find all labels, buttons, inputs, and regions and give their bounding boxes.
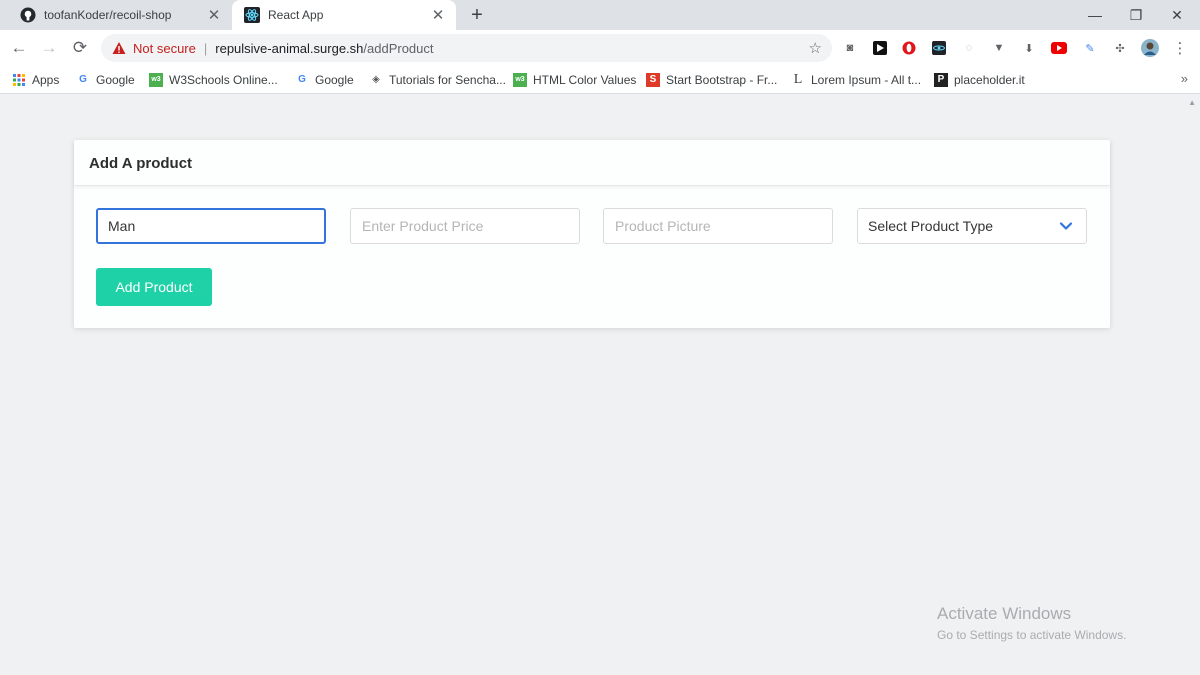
bookmark-start-bootstrap[interactable]: S Start Bootstrap - Fr...	[646, 66, 777, 93]
bookmark-apps[interactable]: Apps	[12, 66, 59, 93]
chevron-down-icon	[1059, 222, 1073, 230]
close-window-icon[interactable]: ✕	[1157, 0, 1197, 30]
bookmark-sencha[interactable]: ◈ Tutorials for Sencha...	[369, 66, 506, 93]
sencha-icon: ◈	[372, 74, 380, 85]
page-viewport: ▲ Add A product Select Product Type Add …	[0, 94, 1200, 675]
github-icon	[20, 7, 36, 23]
camera-extension-icon[interactable]: ◙	[841, 39, 859, 57]
product-name-input[interactable]	[96, 208, 326, 244]
bookmark-label: Apps	[32, 72, 60, 87]
activate-windows-watermark: Activate Windows Go to Settings to activ…	[937, 604, 1126, 642]
w3schools-icon: w3	[149, 72, 163, 87]
browser-toolbar: ← → ⟳ Not secure | repulsive-animal.surg…	[0, 30, 1200, 66]
url-path: /addProduct	[363, 40, 434, 56]
add-product-card: Add A product Select Product Type Add Pr…	[74, 140, 1110, 328]
lorem-ipsum-icon: L	[793, 71, 803, 87]
close-tab-icon[interactable]: ✕	[430, 7, 446, 24]
youtube-extension-icon[interactable]	[1050, 39, 1068, 57]
tab-react-app[interactable]: React App ✕	[232, 0, 456, 30]
tab-github[interactable]: toofanKoder/recoil-shop ✕	[8, 0, 232, 30]
bookmark-label: Google	[96, 72, 135, 87]
warning-icon	[112, 41, 126, 55]
bookmark-label: HTML Color Values	[533, 72, 637, 87]
bookmark-lorem-ipsum[interactable]: L Lorem Ipsum - All t...	[791, 66, 921, 93]
extensions-puzzle-icon[interactable]: ✣	[1111, 39, 1129, 57]
startbootstrap-icon: S	[646, 72, 660, 87]
colorpick-extension-icon[interactable]: ✎	[1081, 39, 1099, 57]
scroll-up-icon[interactable]: ▲	[1188, 98, 1196, 107]
bookmark-label: Google	[315, 72, 354, 87]
tab-title: React App	[268, 8, 324, 22]
bookmark-label: placeholder.it	[954, 72, 1025, 87]
bookmark-html-color-values[interactable]: w3 HTML Color Values	[513, 66, 636, 93]
black-extension-icon[interactable]	[871, 39, 889, 57]
menu-kebab-icon[interactable]: ⋮	[1171, 39, 1189, 57]
bookmark-google[interactable]: G Google	[76, 66, 135, 93]
product-type-select[interactable]: Select Product Type	[857, 208, 1087, 244]
google-icon: G	[298, 74, 306, 85]
watermark-title: Activate Windows	[937, 604, 1072, 623]
opera-extension-icon[interactable]	[900, 39, 918, 57]
w3schools-icon: w3	[513, 72, 527, 87]
product-picture-input[interactable]	[603, 208, 833, 244]
back-icon[interactable]: ←	[6, 36, 32, 60]
url-host: repulsive-animal.surge.sh	[215, 40, 364, 56]
placeholder-icon: P	[934, 72, 948, 87]
tab-strip: toofanKoder/recoil-shop ✕ React App ✕ + …	[0, 0, 1200, 30]
watermark-subtitle: Go to Settings to activate Windows.	[937, 628, 1127, 642]
download-extension-icon[interactable]: ⬇	[1020, 39, 1038, 57]
google-icon: G	[79, 74, 87, 85]
product-price-input[interactable]	[350, 208, 580, 244]
bookmark-label: Tutorials for Sencha...	[389, 72, 506, 87]
bookmark-google-2[interactable]: G Google	[295, 66, 354, 93]
tab-title: toofanKoder/recoil-shop	[44, 8, 172, 22]
bookmark-label: Lorem Ipsum - All t...	[811, 72, 922, 87]
close-tab-icon[interactable]: ✕	[206, 7, 222, 24]
card-title: Add A product	[74, 140, 1110, 186]
bookmark-label: Start Bootstrap - Fr...	[666, 72, 778, 87]
new-tab-button[interactable]: +	[466, 4, 488, 26]
address-separator: |	[203, 40, 208, 56]
minimize-icon[interactable]: —	[1075, 0, 1115, 30]
react-devtools-icon[interactable]	[930, 39, 948, 57]
bookmark-label: W3Schools Online...	[169, 72, 278, 87]
add-product-button[interactable]: Add Product	[96, 268, 212, 306]
bookmark-star-icon[interactable]: ☆	[809, 39, 822, 57]
bookmark-placeholder[interactable]: P placeholder.it	[934, 66, 1025, 93]
bookmarks-bar: Apps G Google w3 W3Schools Online... G G…	[0, 66, 1200, 94]
lighthouse-extension-icon[interactable]: ◌	[960, 39, 978, 57]
address-bar[interactable]: Not secure | repulsive-animal.surge.sh/a…	[101, 34, 832, 62]
bookmarks-overflow-icon[interactable]: »	[1181, 71, 1188, 86]
security-label[interactable]: Not secure	[133, 41, 196, 56]
product-type-selected: Select Product Type	[857, 208, 1087, 244]
vue-extension-icon[interactable]: ▼	[990, 39, 1008, 57]
apps-grid-icon	[12, 73, 26, 87]
bookmark-w3schools[interactable]: w3 W3Schools Online...	[149, 66, 278, 93]
forward-icon[interactable]: →	[36, 36, 62, 60]
react-icon	[244, 7, 260, 23]
restore-icon[interactable]: ❐	[1116, 0, 1156, 30]
reload-icon[interactable]: ⟳	[67, 36, 93, 60]
profile-avatar[interactable]	[1141, 39, 1159, 57]
